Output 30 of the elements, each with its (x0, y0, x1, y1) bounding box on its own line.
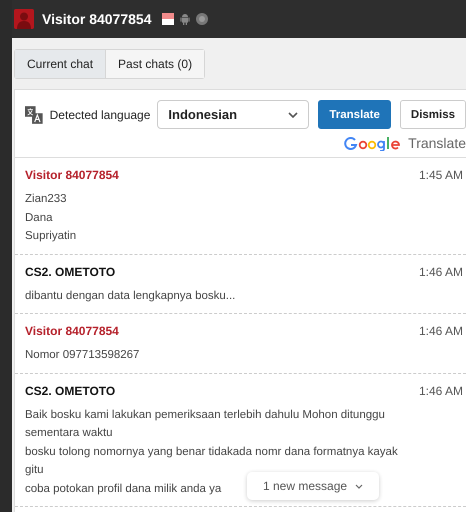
message-text: Zian233 (25, 192, 67, 207)
dismiss-button[interactable]: Dismiss (400, 100, 466, 129)
android-icon (180, 13, 190, 25)
status-icon (196, 13, 208, 25)
message-author: CS2. OMETOTO (25, 384, 116, 398)
message-time: 1:46 AM (418, 264, 463, 278)
translate-credit: Translate (408, 135, 466, 151)
flag-icon (162, 13, 174, 25)
message-author: Visitor 84077854 (25, 168, 119, 182)
message-text: Supriyatin (25, 229, 76, 244)
detected-language-label: Detected language (50, 108, 150, 122)
new-message-button[interactable]: 1 new message (247, 472, 380, 500)
avatar-icon (14, 9, 34, 29)
chat-tab[interactable]: Current chat (15, 50, 106, 78)
chevron-down-icon (355, 484, 364, 488)
message-time: 1:45 AM (418, 168, 463, 182)
translate-button[interactable]: Translate (318, 100, 391, 129)
message-time: 1:46 AM (418, 384, 463, 398)
chat-tab[interactable]: Past chats (0) (105, 50, 204, 78)
message-author: Visitor 84077854 (25, 324, 119, 338)
message-text: coba potokan profil dana milik anda ya (25, 482, 222, 496)
translate-icon (25, 104, 43, 124)
message-text: dibantu dengan data lengkapnya bosku... (25, 288, 236, 304)
message-text: Dana (25, 210, 52, 226)
language-select[interactable]: Indonesian (157, 100, 310, 129)
message-author: CS2. OMETOTO (25, 264, 116, 278)
chevron-down-icon (288, 112, 298, 118)
message-text: Nomor 097713598267 (25, 348, 140, 363)
message-time: 1:46 AM (418, 324, 463, 338)
visitor-name: Visitor 84077854 (42, 11, 152, 27)
